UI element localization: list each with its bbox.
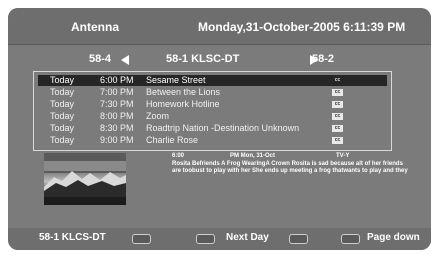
program-time: 9:00 PM xyxy=(100,135,134,145)
closed-caption-icon: cc xyxy=(332,77,343,84)
prev-channel-label[interactable]: 58-4 xyxy=(89,53,111,65)
program-title: Sesame Street xyxy=(146,75,206,85)
footer-channel-label: 58-1 KLCS-DT xyxy=(39,232,106,243)
next-day-label[interactable]: Next Day xyxy=(226,232,269,243)
program-time: 7:30 PM xyxy=(100,99,134,109)
program-time: 8:00 PM xyxy=(100,111,134,121)
program-row[interactable]: Today 8:30 PM Roadtrip Nation -Destinati… xyxy=(38,123,387,134)
closed-caption-icon: cc xyxy=(332,125,343,132)
program-row[interactable]: Today 7:00 PM Between the Lions cc xyxy=(38,87,387,98)
mountain-landscape-image xyxy=(44,153,126,205)
next-day-key-button[interactable] xyxy=(196,234,215,244)
program-time: 6:00 PM xyxy=(100,75,134,85)
header-bar: Antenna Monday,31-October-2005 6:11:39 P… xyxy=(8,8,431,45)
program-day: Today xyxy=(50,75,75,85)
datetime-label: Monday,31-October-2005 6:11:39 PM xyxy=(198,20,406,34)
detail-time: 6:00 xyxy=(172,153,185,159)
closed-caption-icon: cc xyxy=(332,101,343,108)
program-row[interactable]: Today 6:00 PM Sesame Street cc xyxy=(38,75,387,86)
program-title: Homework Hotline xyxy=(146,99,220,109)
epg-screen: Antenna Monday,31-October-2005 6:11:39 P… xyxy=(8,8,431,250)
detail-rating: TV-Y xyxy=(336,153,350,159)
program-title: Zoom xyxy=(146,111,170,121)
detail-description: Rosita Befriends A Frog WearingA Crown R… xyxy=(172,161,408,175)
program-day: Today xyxy=(50,87,75,97)
program-details: 6:00 PM Mon, 31-Oct TV-Y Rosita Befriend… xyxy=(172,153,412,176)
program-row[interactable]: Today 8:00 PM Zoom cc xyxy=(38,111,387,122)
closed-caption-icon: cc xyxy=(332,89,343,96)
program-time: 7:00 PM xyxy=(100,87,134,97)
closed-caption-icon: cc xyxy=(332,113,343,120)
page-down-key-button[interactable] xyxy=(341,234,360,244)
color-key-button[interactable] xyxy=(132,234,151,244)
program-thumbnail xyxy=(44,153,126,205)
program-time: 8:30 PM xyxy=(100,123,134,133)
program-title: Charlie Rose xyxy=(146,135,199,145)
footer-bar: 58-1 KLCS-DT Next Day Page down xyxy=(8,228,431,250)
next-channel-label[interactable]: 58-2 xyxy=(312,53,334,65)
program-list: Today 6:00 PM Sesame Street cc Today 7:0… xyxy=(33,71,392,151)
current-channel-label: 58-1 KLSC-DT xyxy=(166,53,240,65)
page-down-label[interactable]: Page down xyxy=(367,232,420,243)
program-day: Today xyxy=(50,123,75,133)
color-key-button[interactable] xyxy=(289,234,308,244)
program-title: Roadtrip Nation -Destination Unknown xyxy=(146,123,300,133)
arrow-left-icon[interactable] xyxy=(121,55,129,65)
detail-date: PM Mon, 31-Oct xyxy=(230,153,276,159)
closed-caption-icon: cc xyxy=(332,137,343,144)
program-day: Today xyxy=(50,99,75,109)
source-label: Antenna xyxy=(71,20,119,34)
program-row[interactable]: Today 7:30 PM Homework Hotline cc xyxy=(38,99,387,110)
program-row[interactable]: Today 9:00 PM Charlie Rose cc xyxy=(38,135,387,146)
channel-navigator: 58-4 58-1 KLSC-DT 58-2 xyxy=(8,44,431,73)
program-day: Today xyxy=(50,111,75,121)
program-day: Today xyxy=(50,135,75,145)
program-title: Between the Lions xyxy=(146,87,221,97)
